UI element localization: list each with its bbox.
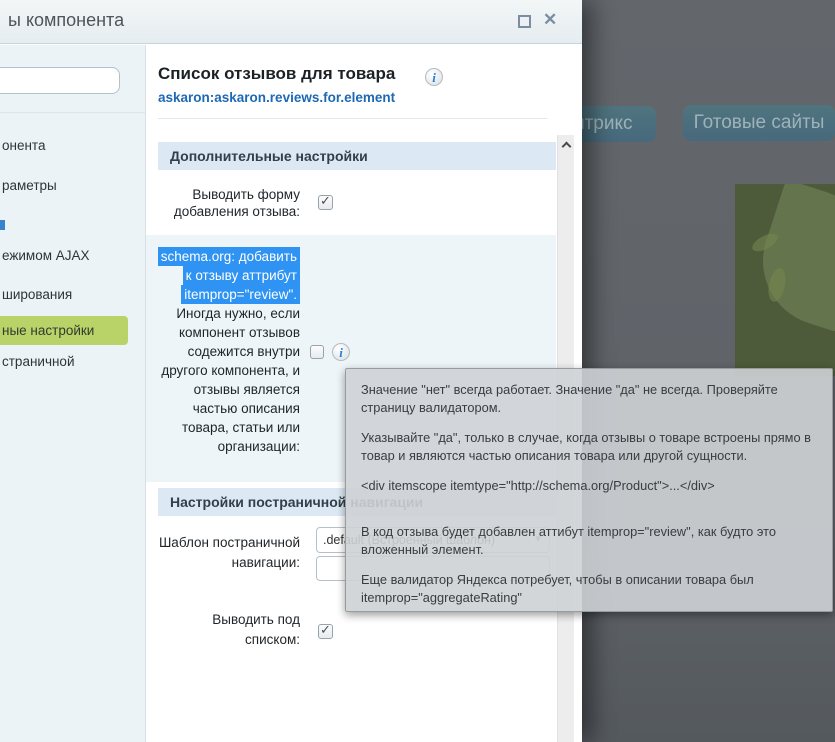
dialog-titlebar: ы компонента ✕ bbox=[0, 0, 582, 44]
scroll-up-arrow-icon[interactable] bbox=[558, 135, 575, 155]
pagenav-template-label: Шаблон постраничной навигации: bbox=[150, 533, 300, 573]
selected-text: к отзыву аттрибут bbox=[182, 266, 300, 285]
label-line: товара, статьи или bbox=[181, 420, 300, 435]
label-line: добавления отзыва: bbox=[173, 204, 300, 219]
show-form-label: Выводить форму добавления отзыва: bbox=[150, 186, 300, 220]
settings-sidebar: онента раметры ежимом AJAX ширования ные… bbox=[0, 45, 146, 742]
tooltip-paragraph: В код отзыва будет добавлен аттибут item… bbox=[361, 524, 776, 557]
label-line: навигации: bbox=[231, 555, 300, 570]
tooltip-paragraph: Указывайте "да", только в случае, когда … bbox=[361, 430, 811, 463]
close-icon[interactable]: ✕ bbox=[543, 10, 557, 30]
tooltip-code-line: <div itemscope itemtype="http://schema.o… bbox=[361, 478, 715, 493]
header-divider bbox=[158, 118, 547, 119]
sidebar-item-additional-active[interactable]: ные настройки bbox=[0, 316, 128, 345]
label-line: другого компонента, и bbox=[161, 363, 300, 378]
selected-text: itemprop="review". bbox=[181, 285, 300, 304]
chevron-up-icon bbox=[561, 141, 572, 152]
background-logo-image bbox=[735, 184, 835, 376]
sidebar-item-parameters[interactable]: раметры bbox=[2, 178, 57, 193]
label-line: содежится внутри bbox=[187, 344, 300, 359]
info-icon[interactable]: i bbox=[332, 343, 350, 361]
show-below-checkbox[interactable]: ✓ bbox=[318, 622, 333, 639]
sidebar-item-pagenav[interactable]: страничной bbox=[2, 354, 74, 369]
schema-org-checkbox[interactable] bbox=[310, 345, 324, 359]
screen: Битрикс Готовые сайты ы компонента ✕ оне… bbox=[0, 0, 835, 742]
help-tooltip: Значение "нет" всегда работает. Значение… bbox=[345, 368, 833, 612]
checkmark-icon: ✓ bbox=[320, 622, 331, 637]
sidebar-divider bbox=[0, 112, 146, 113]
label-line: частью описания bbox=[192, 401, 300, 416]
schema-org-label: schema.org: добавить к отзыву аттрибут i… bbox=[150, 247, 300, 456]
label-line: Выводить под bbox=[212, 612, 300, 627]
checkmark-icon: ✓ bbox=[320, 193, 331, 208]
sidebar-search-input[interactable] bbox=[0, 67, 120, 94]
maximize-icon[interactable] bbox=[518, 15, 531, 28]
label-line: Шаблон постраничной bbox=[158, 535, 300, 550]
sidebar-item-caching[interactable]: ширования bbox=[2, 287, 72, 302]
label-line: отзывы является bbox=[193, 382, 300, 397]
show-below-label: Выводить под списком: bbox=[150, 610, 300, 650]
label-line: компонент отзывов bbox=[178, 325, 300, 340]
dialog-title: ы компонента bbox=[8, 10, 125, 30]
label-line: Выводить форму bbox=[192, 187, 300, 202]
component-name-link[interactable]: askaron:askaron.reviews.for.element bbox=[158, 90, 395, 105]
sidebar-item-component[interactable]: онента bbox=[2, 138, 45, 153]
tooltip-paragraph: Значение "нет" всегда работает. Значение… bbox=[361, 382, 778, 415]
ready-sites-button[interactable]: Готовые сайты bbox=[683, 105, 835, 141]
section-header-additional: Дополнительные настройки bbox=[158, 142, 556, 170]
section-header-label: Дополнительные настройки bbox=[170, 148, 368, 164]
label-line: организации: bbox=[217, 439, 300, 454]
selected-text: schema.org: добавить bbox=[157, 247, 300, 266]
label-line: Иногда нужно, если bbox=[176, 306, 300, 321]
sidebar-item-ajax[interactable]: ежимом AJAX bbox=[2, 248, 90, 263]
info-icon[interactable]: i bbox=[425, 68, 443, 86]
tooltip-paragraph: Еще валидатор Яндекса потребует, чтобы в… bbox=[361, 572, 754, 605]
sidebar-link-fragment[interactable] bbox=[0, 220, 5, 230]
show-form-checkbox[interactable]: ✓ bbox=[318, 193, 333, 210]
logo-fan-shape bbox=[746, 184, 835, 343]
page-title: Список отзывов для товара bbox=[158, 64, 396, 83]
label-line: списком: bbox=[245, 632, 300, 647]
sidebar-active-label: ные настройки bbox=[2, 323, 95, 338]
